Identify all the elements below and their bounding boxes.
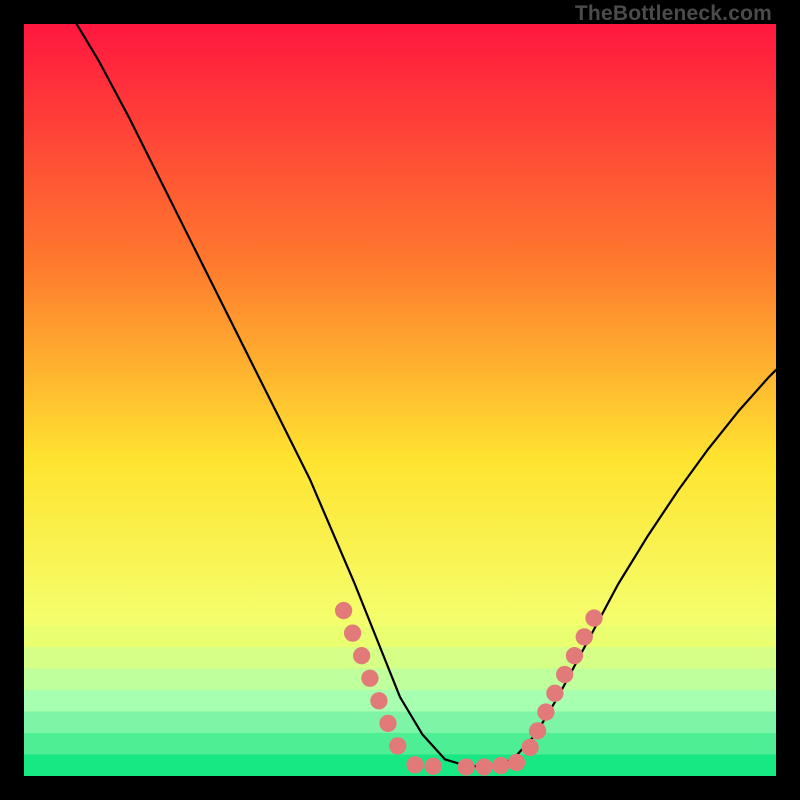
highlight-dot	[379, 715, 396, 732]
highlight-dot	[344, 624, 361, 641]
highlight-dot	[529, 722, 546, 739]
highlight-dot	[424, 758, 441, 775]
highlight-dot	[389, 737, 406, 754]
watermark-text: TheBottleneck.com	[575, 2, 772, 26]
highlight-dot	[361, 670, 378, 687]
highlight-dot	[537, 703, 554, 720]
highlight-dot	[353, 647, 370, 664]
band	[24, 647, 776, 669]
chart-svg	[24, 24, 776, 776]
band	[24, 690, 776, 712]
highlight-dot	[546, 685, 563, 702]
highlight-dot	[458, 758, 475, 775]
chart-frame	[24, 24, 776, 776]
highlight-dot	[508, 754, 525, 771]
highlight-dot	[556, 666, 573, 683]
highlight-dot	[335, 602, 352, 619]
highlight-dot	[585, 609, 602, 626]
highlight-dot	[566, 647, 583, 664]
highlight-dot	[370, 692, 387, 709]
highlight-dot	[406, 756, 423, 773]
band	[24, 755, 776, 776]
highlight-dot	[576, 628, 593, 645]
band	[24, 712, 776, 734]
highlight-dot	[492, 757, 509, 774]
band	[24, 669, 776, 691]
band	[24, 626, 776, 648]
highlight-dot	[476, 758, 493, 775]
highlight-dot	[521, 739, 538, 756]
